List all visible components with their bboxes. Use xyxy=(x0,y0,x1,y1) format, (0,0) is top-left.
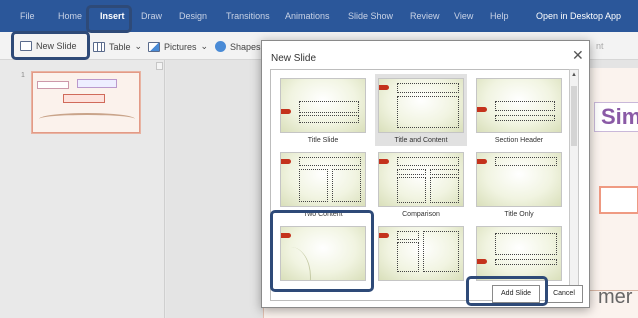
thumb-shape-2 xyxy=(77,79,117,88)
accent-flag xyxy=(477,259,487,264)
placeholder-outline xyxy=(397,157,459,166)
thumb-shape-3 xyxy=(63,94,105,103)
placeholder-outline xyxy=(495,101,555,111)
accent-flag xyxy=(379,159,389,164)
pictures-label: Pictures xyxy=(164,41,197,52)
highlight-new-slide-button xyxy=(11,31,90,60)
placeholder-outline xyxy=(495,233,557,255)
tab-help[interactable]: Help xyxy=(490,11,509,21)
layout-label xyxy=(375,285,467,297)
layout-preview xyxy=(378,78,464,133)
thumb-shape-1 xyxy=(37,81,69,89)
placeholder-outline xyxy=(397,96,459,128)
tab-transitions[interactable]: Transitions xyxy=(226,11,270,21)
placeholder-outline xyxy=(397,231,419,240)
accent-flag xyxy=(379,233,389,238)
slide-thumbnail[interactable] xyxy=(31,71,141,134)
accent-flag xyxy=(281,159,291,164)
placeholder-outline xyxy=(397,83,459,93)
placeholder-outline xyxy=(430,177,459,203)
placeholder-outline xyxy=(397,242,419,272)
layout-preview xyxy=(476,226,562,281)
placeholder-outline xyxy=(299,101,359,113)
placeholder-outline xyxy=(495,157,557,166)
shapes-button[interactable]: Shapes xyxy=(215,41,261,52)
tab-home[interactable]: Home xyxy=(58,11,82,21)
accent-flag xyxy=(477,159,487,164)
placeholder-outline xyxy=(332,169,361,202)
chevron-down-icon: ⌄ xyxy=(200,41,209,51)
pictures-icon xyxy=(148,41,160,52)
table-button[interactable]: Table ⌄ xyxy=(93,41,142,52)
placeholder-outline xyxy=(430,169,459,175)
slide-title-fragment: Sim xyxy=(594,102,638,132)
table-label: Table xyxy=(109,41,131,52)
highlight-blank-layout xyxy=(270,210,374,292)
ribbon-truncated-label: nt xyxy=(596,41,604,51)
layout-preview xyxy=(378,152,464,207)
shapes-icon xyxy=(215,41,226,52)
tab-file[interactable]: File xyxy=(20,11,35,21)
slide-shape xyxy=(599,186,638,214)
layout-title-and-content[interactable]: Title and Content xyxy=(375,74,467,146)
thumbnail-scroll-button[interactable] xyxy=(156,62,163,70)
layout-section-header[interactable]: Section Header xyxy=(473,74,565,146)
scroll-up-icon[interactable]: ▲ xyxy=(571,72,577,78)
dialog-title: New Slide xyxy=(271,53,317,64)
slide-number: 1 xyxy=(21,72,25,79)
thumb-wave xyxy=(39,113,135,125)
layout-preview xyxy=(280,152,366,207)
tab-animations[interactable]: Animations xyxy=(285,11,330,21)
layout-title-only[interactable]: Title Only xyxy=(473,148,565,220)
slide-thumbnail-pane: 1 xyxy=(0,60,165,318)
layout-scrollbar[interactable]: ▲ ▼ xyxy=(569,69,579,301)
tab-design[interactable]: Design xyxy=(179,11,207,21)
placeholder-outline xyxy=(397,177,426,203)
highlight-add-slide-button xyxy=(466,276,548,306)
close-icon[interactable]: ✕ xyxy=(572,47,584,64)
accent-flag xyxy=(477,107,487,112)
layout-content-with-caption[interactable] xyxy=(375,222,467,294)
cancel-button[interactable]: Cancel xyxy=(545,285,583,303)
layout-preview xyxy=(280,78,366,133)
placeholder-outline xyxy=(495,115,555,121)
placeholder-outline xyxy=(299,169,328,202)
layout-comparison[interactable]: Comparison xyxy=(375,148,467,220)
layout-preview xyxy=(476,152,562,207)
layout-preview xyxy=(378,226,464,281)
layout-title-slide[interactable]: Title Slide xyxy=(277,74,369,146)
tab-review[interactable]: Review xyxy=(410,11,440,21)
layout-preview xyxy=(476,78,562,133)
placeholder-outline xyxy=(397,169,426,175)
placeholder-outline xyxy=(495,259,557,265)
pictures-button[interactable]: Pictures ⌄ xyxy=(148,41,208,52)
accent-flag xyxy=(281,109,291,114)
tab-view[interactable]: View xyxy=(454,11,473,21)
highlight-insert-tab xyxy=(86,5,132,33)
tab-slide-show[interactable]: Slide Show xyxy=(348,11,393,21)
tab-draw[interactable]: Draw xyxy=(141,11,162,21)
placeholder-outline xyxy=(423,231,459,272)
chevron-down-icon: ⌄ xyxy=(134,41,143,51)
accent-flag xyxy=(379,85,389,90)
open-desktop-app-link[interactable]: Open in Desktop App xyxy=(536,11,621,21)
table-icon xyxy=(93,41,105,52)
placeholder-outline xyxy=(299,115,359,123)
scrollbar-thumb[interactable] xyxy=(571,86,577,146)
placeholder-outline xyxy=(299,157,361,166)
shapes-label: Shapes xyxy=(230,41,261,52)
